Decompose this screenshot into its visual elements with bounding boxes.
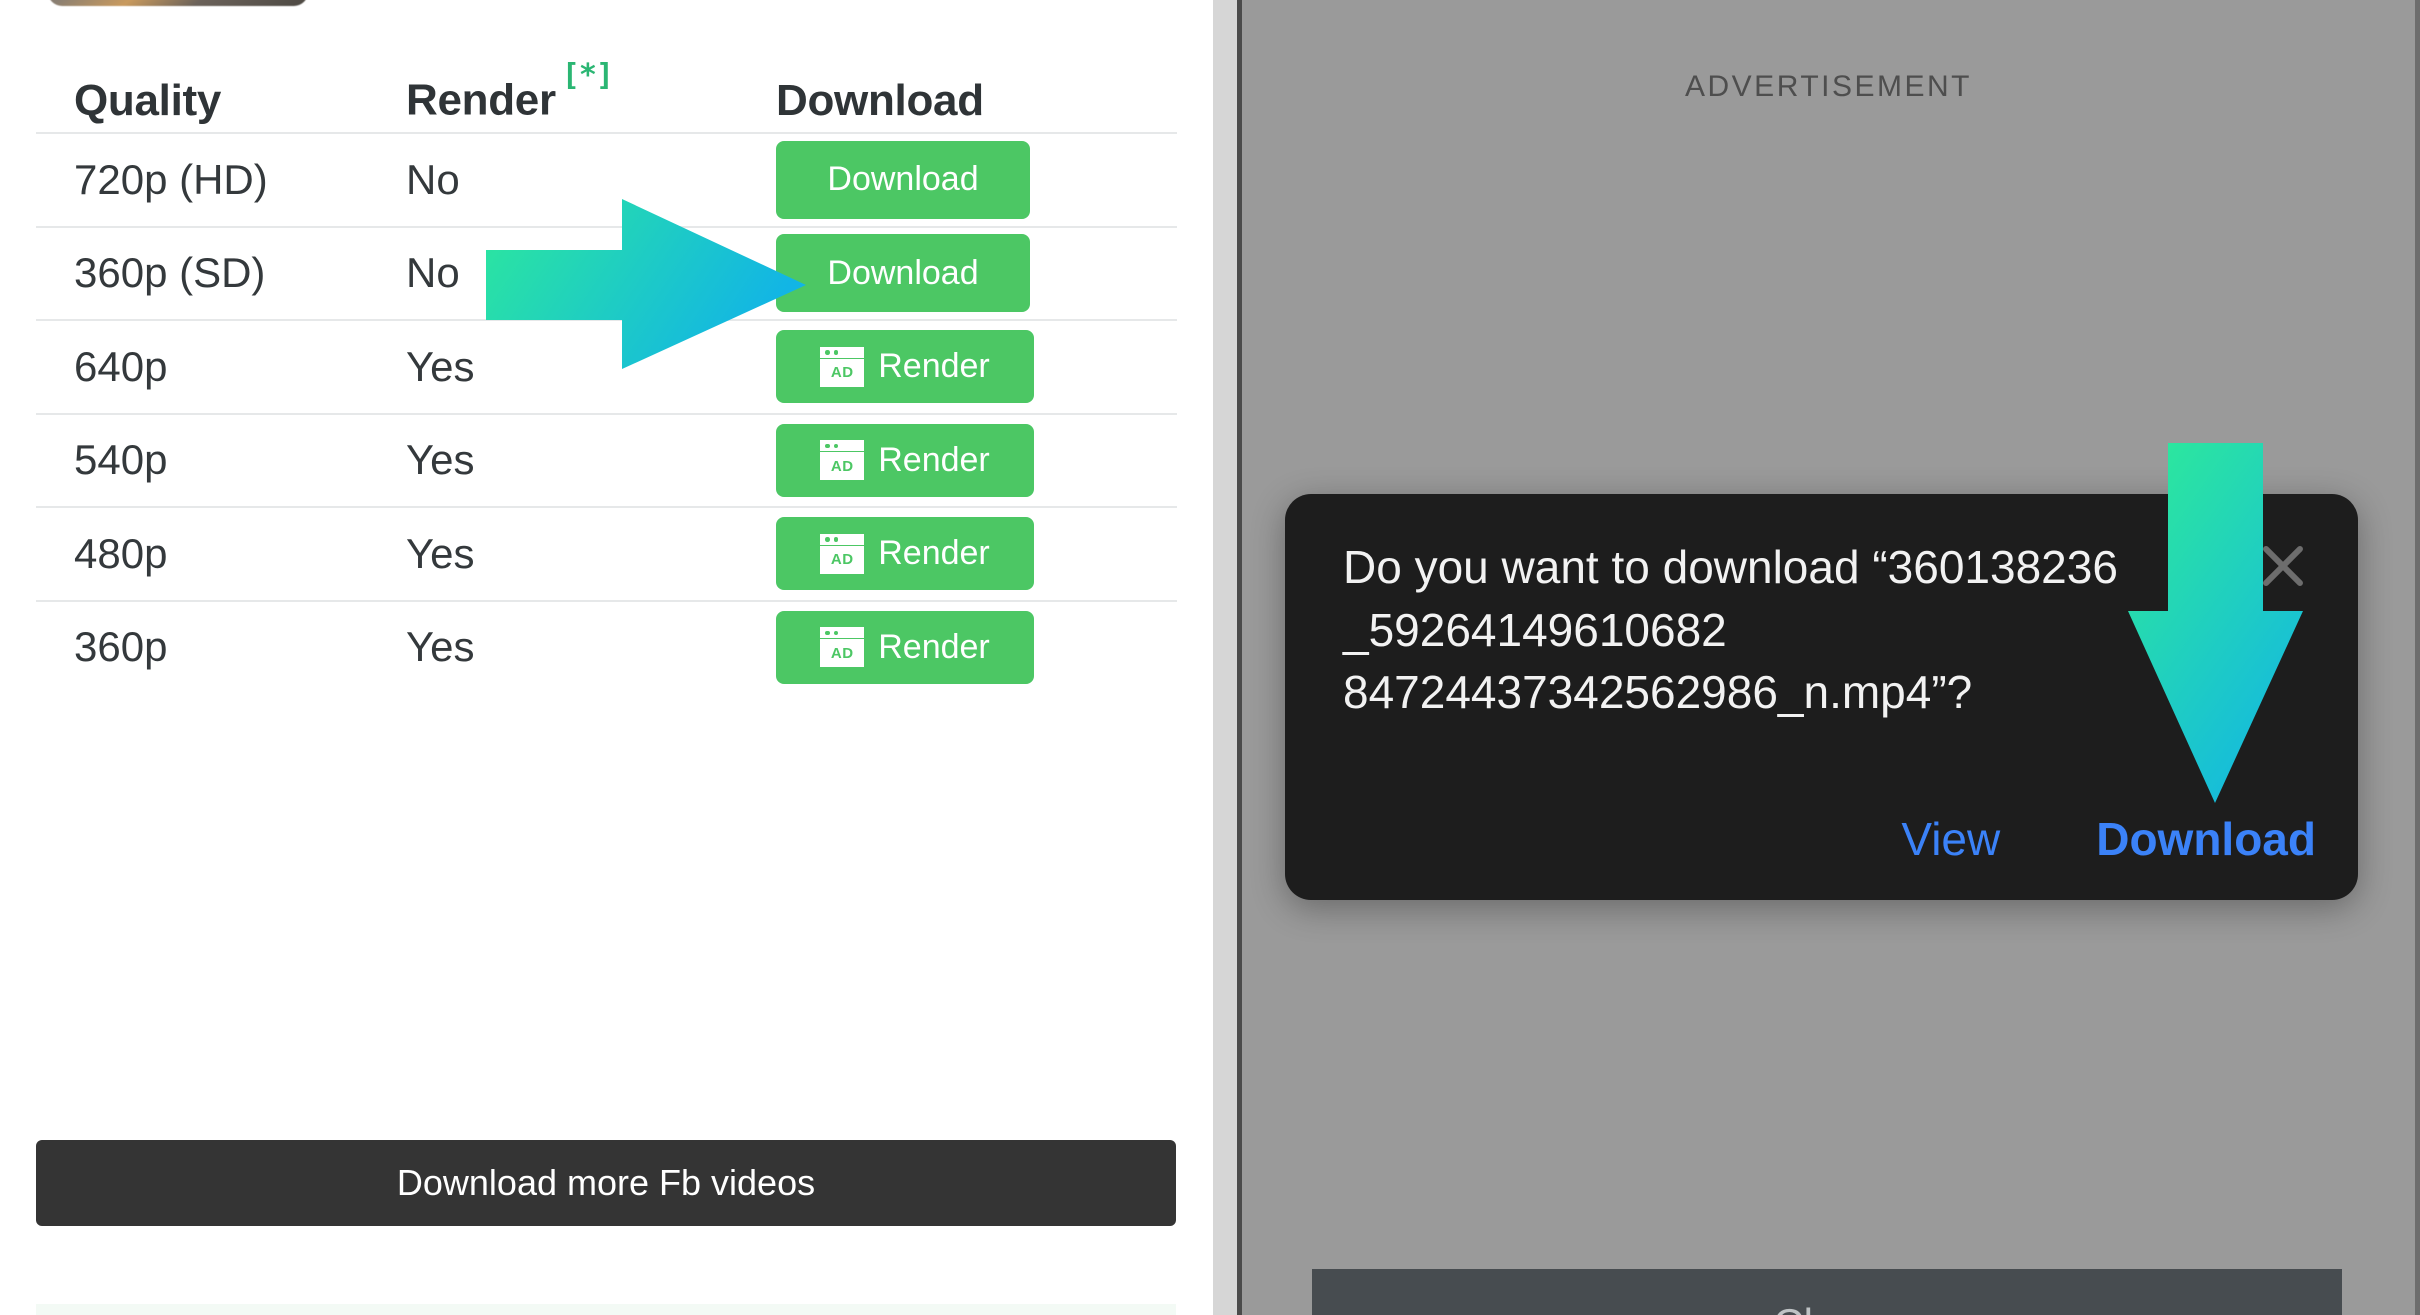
- ad-window-icon: AD: [820, 627, 865, 668]
- render-button-label: Render: [878, 440, 990, 479]
- view-button[interactable]: View: [1901, 812, 2000, 866]
- cell-action: AD Render: [776, 330, 1176, 404]
- video-downloader-panel: Quality Render[*] Download 720p (HD) No …: [0, 0, 1213, 1315]
- render-button[interactable]: AD Render: [776, 610, 1034, 684]
- cell-quality: 480p: [74, 529, 168, 577]
- download-more-fb-videos-button[interactable]: Download more Fb videos: [36, 1140, 1176, 1226]
- render-button-label: Render: [878, 534, 990, 573]
- table-header-row: Quality Render[*] Download: [36, 0, 1177, 132]
- render-button[interactable]: AD Render: [776, 517, 1034, 591]
- table-row: 640p Yes AD Render: [36, 319, 1177, 413]
- close-icon[interactable]: [2250, 532, 2316, 598]
- ad-badge-label: AD: [820, 357, 865, 387]
- dialog-download-button[interactable]: Download: [2096, 812, 2316, 866]
- ad-window-icon: AD: [820, 440, 865, 481]
- cell-render: No: [406, 249, 460, 297]
- cell-quality: 360p (SD): [74, 249, 266, 297]
- cell-action: Download: [776, 140, 1176, 219]
- cell-quality: 720p (HD): [74, 155, 268, 203]
- render-button[interactable]: AD Render: [776, 423, 1034, 497]
- render-footnote-marker: [*]: [561, 58, 614, 94]
- cell-render: Yes: [406, 436, 475, 484]
- screen: Quality Render[*] Download 720p (HD) No …: [0, 0, 2420, 1315]
- cell-quality: 640p: [74, 342, 168, 390]
- ad-badge-label: AD: [820, 638, 865, 668]
- advertisement-label: ADVERTISEMENT: [1685, 70, 1972, 103]
- cell-render: Yes: [406, 529, 475, 577]
- ad-badge-label: AD: [820, 544, 865, 574]
- render-button-label: Render: [878, 347, 990, 386]
- cell-render: Yes: [406, 342, 475, 390]
- quality-table: Quality Render[*] Download 720p (HD) No …: [0, 0, 1213, 693]
- table-row: 360p (SD) No Download: [36, 225, 1177, 320]
- download-confirm-dialog: Do you want to download “360138236_59264…: [1285, 494, 2358, 900]
- cell-action: Download: [776, 234, 1176, 313]
- header-quality: Quality: [74, 76, 222, 125]
- bottom-section-divider: [36, 1304, 1176, 1315]
- download-button[interactable]: Download: [776, 234, 1030, 313]
- ad-window-icon: AD: [820, 533, 865, 574]
- ad-close-button[interactable]: Close: [1312, 1269, 2342, 1315]
- ad-badge-label: AD: [820, 451, 865, 481]
- table-row: 540p Yes AD Render: [36, 412, 1177, 507]
- header-render: Render[*]: [406, 58, 776, 126]
- header-render-label: Render: [406, 76, 556, 125]
- cell-render: No: [406, 155, 460, 203]
- cell-action: AD Render: [776, 610, 1176, 684]
- table-row: 480p Yes AD Render: [36, 506, 1177, 600]
- cell-action: AD Render: [776, 517, 1176, 591]
- cell-render: Yes: [406, 623, 475, 671]
- cell-quality: 540p: [74, 436, 168, 484]
- table-row: 720p (HD) No Download: [36, 132, 1177, 226]
- render-button[interactable]: AD Render: [776, 330, 1034, 404]
- cell-action: AD Render: [776, 423, 1176, 497]
- table-row: 360p Yes AD Render: [36, 599, 1177, 694]
- cell-quality: 360p: [74, 623, 168, 671]
- ad-window-icon: AD: [820, 346, 865, 387]
- dialog-action-row: View Download: [1901, 812, 2316, 866]
- render-button-label: Render: [878, 627, 990, 666]
- download-button[interactable]: Download: [776, 140, 1030, 219]
- confirm-dialog-message: Do you want to download “360138236_59264…: [1343, 541, 2118, 719]
- header-download: Download: [776, 76, 984, 125]
- panel-gap: [1213, 0, 1237, 1315]
- overlay-right-border: [2415, 0, 2420, 1315]
